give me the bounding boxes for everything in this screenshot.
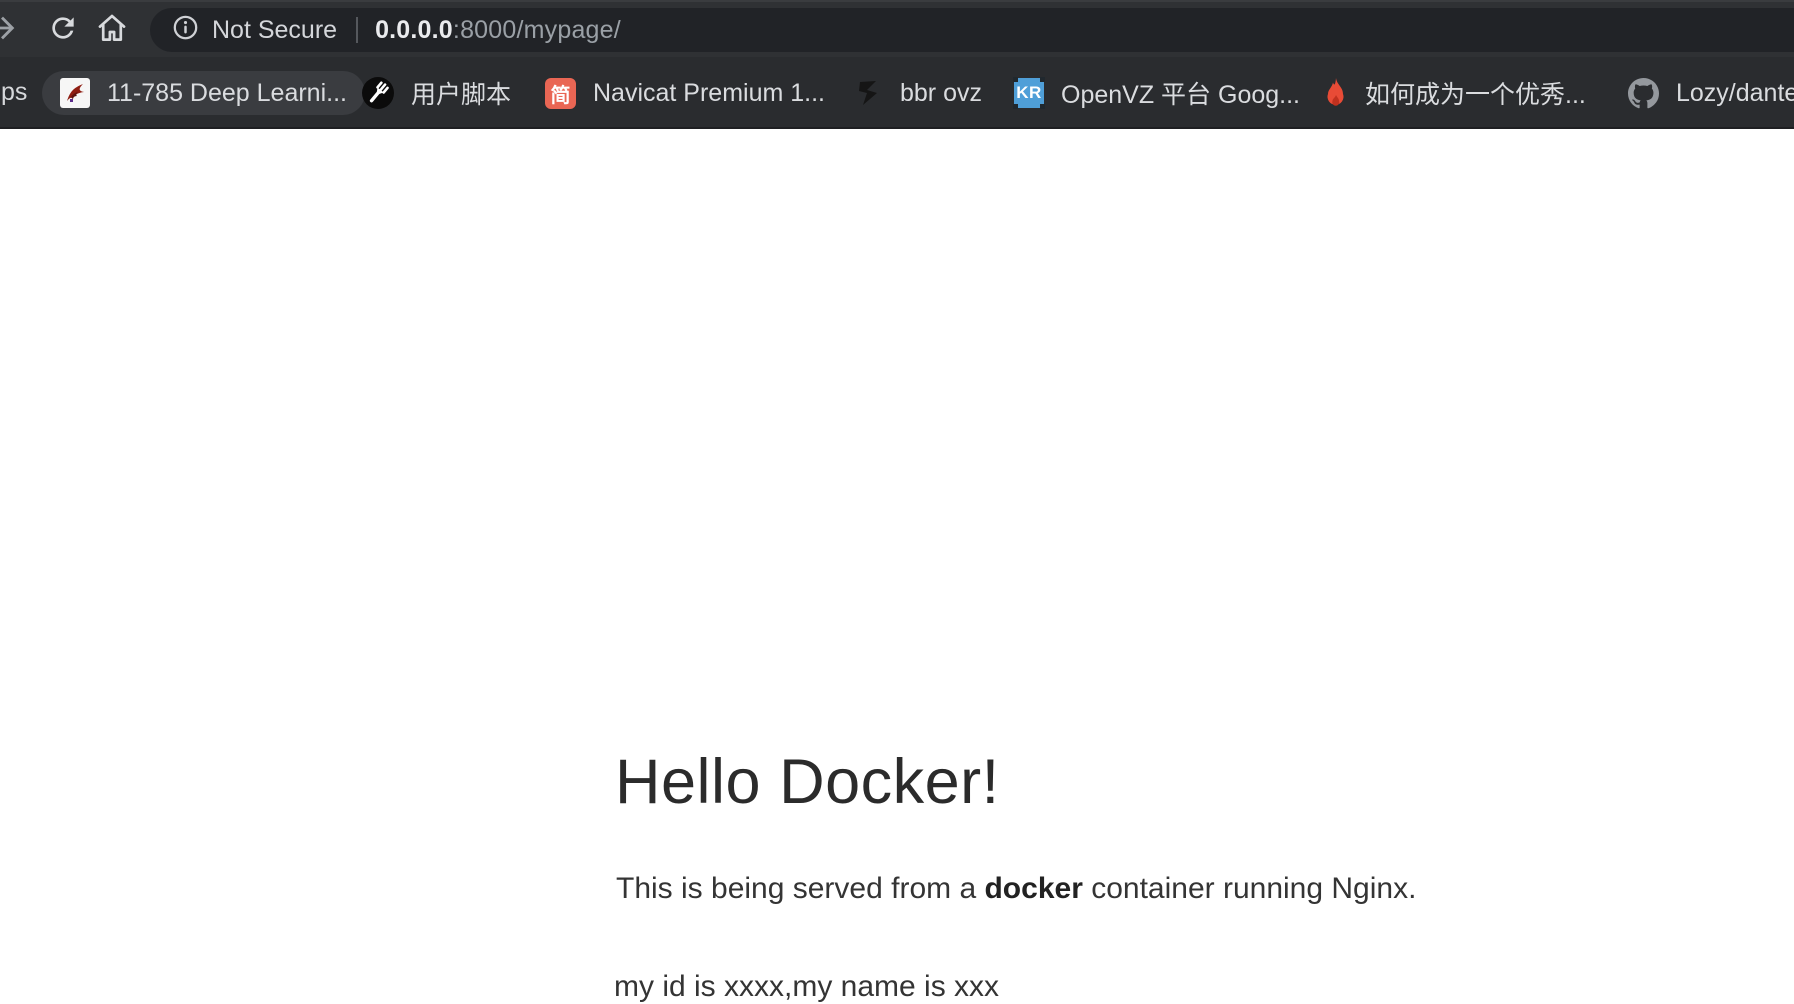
reload-icon (47, 12, 79, 49)
bookmarks-bar: ps 11-785 Deep Learni... (0, 57, 1794, 129)
bookmark-label: OpenVZ 平台 Goog... (1061, 75, 1300, 111)
bookmark-how-to-become-excellent[interactable]: 如何成为一个优秀... (1324, 71, 1586, 115)
page-viewport: Hello Docker! This is being served from … (0, 131, 1794, 958)
bookmark-navicat-premium[interactable]: 简 Navicat Premium 1... (545, 71, 825, 115)
url-text[interactable]: 0.0.0.0:8000/mypage/ (375, 16, 621, 45)
browser-toolbar: Not Secure 0.0.0.0:8000/mypage/ (0, 0, 1794, 57)
served-from-text: This is being served from a docker conta… (616, 872, 1416, 906)
jianshu-favicon: 简 (545, 78, 576, 109)
address-bar[interactable]: Not Secure 0.0.0.0:8000/mypage/ (150, 8, 1794, 52)
dark-bird-favicon (853, 78, 883, 108)
bookmark-openvz-google[interactable]: KR OpenVZ 平台 Goog... (1014, 71, 1300, 115)
id-name-text: my id is xxxx,my name is xxx (614, 970, 999, 1004)
bookmark-label: Navicat Premium 1... (593, 79, 825, 108)
bookmark-label: 如何成为一个优秀... (1365, 75, 1586, 111)
cmu-bird-favicon (60, 78, 90, 108)
browser-window: Not Secure 0.0.0.0:8000/mypage/ ps 11-78… (0, 0, 1794, 958)
bookmark-label: bbr ovz (900, 79, 982, 108)
served-from-prefix: This is being served from a (616, 872, 984, 905)
arrow-forward-icon (0, 11, 20, 50)
page-title: Hello Docker! (615, 746, 1000, 818)
kr-favicon: KR (1014, 78, 1044, 108)
url-path: :8000/mypage/ (453, 16, 621, 44)
served-from-suffix: container running Nginx. (1083, 872, 1417, 905)
greasyfork-fork-favicon (362, 77, 394, 109)
github-favicon (1628, 78, 1659, 109)
home-button[interactable] (93, 11, 131, 49)
jianshu-favicon-glyph: 简 (551, 79, 571, 108)
bookmark-lozy-dante[interactable]: Lozy/dante (1628, 71, 1794, 115)
flame-favicon (1324, 77, 1348, 109)
kr-favicon-glyph: KR (1014, 78, 1044, 108)
forward-button[interactable] (0, 11, 22, 49)
home-icon (95, 11, 129, 50)
omnibox-divider (356, 17, 358, 43)
bookmark-label: Lozy/dante (1676, 79, 1794, 108)
apps-shortcut-label-cutoff[interactable]: ps (1, 78, 27, 107)
bookmark-bbr-ovz[interactable]: bbr ovz (853, 71, 982, 115)
reload-button[interactable] (44, 11, 82, 49)
bookmark-label: 11-785 Deep Learni... (107, 79, 347, 108)
bookmark-label: 用户脚本 (411, 75, 511, 111)
security-label[interactable]: Not Secure (212, 16, 337, 45)
url-host: 0.0.0.0 (375, 16, 453, 44)
info-icon[interactable] (172, 14, 199, 46)
docker-bold-word: docker (984, 872, 1082, 905)
bookmark-user-scripts[interactable]: 用户脚本 (362, 71, 511, 115)
bookmark-11-785-deep-learning[interactable]: 11-785 Deep Learni... (42, 71, 365, 115)
